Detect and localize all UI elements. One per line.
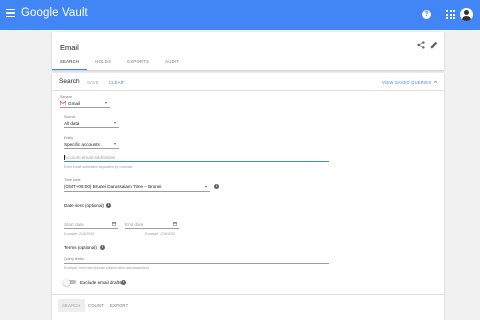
entity-label: Entity bbox=[64, 136, 73, 140]
help-icon[interactable]: ? bbox=[422, 10, 431, 19]
exclude-drafts-info-icon[interactable]: i bbox=[121, 280, 126, 285]
start-date-input[interactable]: Start date bbox=[64, 222, 84, 227]
timezone-underline bbox=[64, 191, 210, 192]
search-title: Search bbox=[59, 78, 80, 85]
edit-pencil-icon[interactable] bbox=[430, 41, 438, 49]
start-date-underline bbox=[64, 228, 118, 229]
service-dropdown-icon[interactable] bbox=[105, 102, 107, 104]
timezone-value[interactable]: (GMT+08:00) Brunei Darussalam Time – Bru… bbox=[64, 184, 161, 189]
gmail-icon bbox=[60, 101, 66, 105]
service-value[interactable]: Gmail bbox=[68, 101, 80, 106]
clear-button[interactable]: CLEAR bbox=[109, 80, 124, 85]
export-button[interactable]: EXPORT bbox=[110, 303, 128, 308]
entity-dropdown-icon[interactable] bbox=[114, 143, 116, 145]
end-date-underline bbox=[125, 228, 179, 229]
entity-underline bbox=[64, 148, 119, 149]
date-sent-info-icon[interactable]: i bbox=[106, 203, 111, 208]
end-date-hint: Example: 22/6/2020 bbox=[145, 232, 176, 236]
terms-title: Terms (optional) bbox=[64, 245, 97, 250]
query-terms-hint: Example: from:user@email subject:hello h… bbox=[64, 266, 149, 270]
terms-info-icon[interactable]: i bbox=[100, 245, 105, 250]
service-label: Service bbox=[60, 95, 72, 99]
tab-search[interactable]: SEARCH bbox=[52, 56, 88, 70]
account-emails-hint: Enter email addresses separated by comma… bbox=[64, 164, 133, 169]
timezone-info-icon[interactable]: i bbox=[214, 184, 219, 189]
matter-header-card: Email SEARCH HOLDS EXPORTS AUDIT bbox=[52, 32, 444, 70]
start-date-hint: Example: 21/6/2020 bbox=[64, 232, 95, 236]
source-dropdown-icon[interactable] bbox=[114, 122, 116, 124]
chevron-up-icon[interactable] bbox=[433, 79, 438, 84]
service-underline bbox=[60, 107, 110, 108]
query-terms-input[interactable]: Query terms bbox=[64, 257, 84, 261]
text-cursor bbox=[63, 155, 64, 160]
query-terms-underline bbox=[64, 263, 329, 264]
search-card-header: Search SAVE CLEAR VIEW SAVED QUERIES bbox=[52, 73, 444, 91]
view-saved-queries-button[interactable]: VIEW SAVED QUERIES bbox=[382, 80, 431, 85]
end-date-input[interactable]: End date bbox=[125, 222, 143, 227]
calendar-icon[interactable] bbox=[173, 222, 177, 226]
tab-holds[interactable]: HOLDS bbox=[87, 56, 119, 70]
save-button[interactable]: SAVE bbox=[87, 80, 99, 85]
timezone-dropdown-icon[interactable] bbox=[205, 185, 207, 188]
tab-audit[interactable]: AUDIT bbox=[157, 56, 187, 70]
date-sent-title: Date sent (optional) bbox=[64, 203, 105, 208]
entity-value[interactable]: Specific accounts bbox=[64, 142, 100, 147]
matter-tabs: SEARCH HOLDS EXPORTS AUDIT bbox=[52, 56, 187, 70]
search-button[interactable]: SEARCH bbox=[58, 299, 85, 312]
app-title: Google Vault bbox=[21, 7, 88, 19]
source-underline bbox=[64, 127, 119, 128]
search-footer: SEARCH COUNT EXPORT bbox=[52, 294, 444, 320]
account-emails-input[interactable]: Account email addresses bbox=[64, 155, 115, 160]
source-label: Source bbox=[64, 115, 76, 119]
apps-grid-icon[interactable] bbox=[446, 10, 455, 19]
account-avatar[interactable] bbox=[460, 8, 473, 21]
tab-exports[interactable]: EXPORTS bbox=[119, 56, 157, 70]
exclude-drafts-toggle[interactable] bbox=[63, 278, 76, 286]
hamburger-menu-icon[interactable] bbox=[6, 9, 15, 18]
count-button[interactable]: COUNT bbox=[88, 303, 104, 308]
account-emails-focus-underline bbox=[64, 161, 329, 162]
timezone-label: Time zone bbox=[64, 178, 81, 182]
top-app-bar: Google Vault ? bbox=[0, 0, 480, 30]
exclude-drafts-label: Exclude email drafts bbox=[80, 280, 122, 285]
source-value[interactable]: All data bbox=[64, 121, 79, 126]
matter-title: Email bbox=[60, 43, 79, 52]
calendar-icon[interactable] bbox=[112, 222, 116, 226]
share-icon[interactable] bbox=[417, 41, 425, 49]
